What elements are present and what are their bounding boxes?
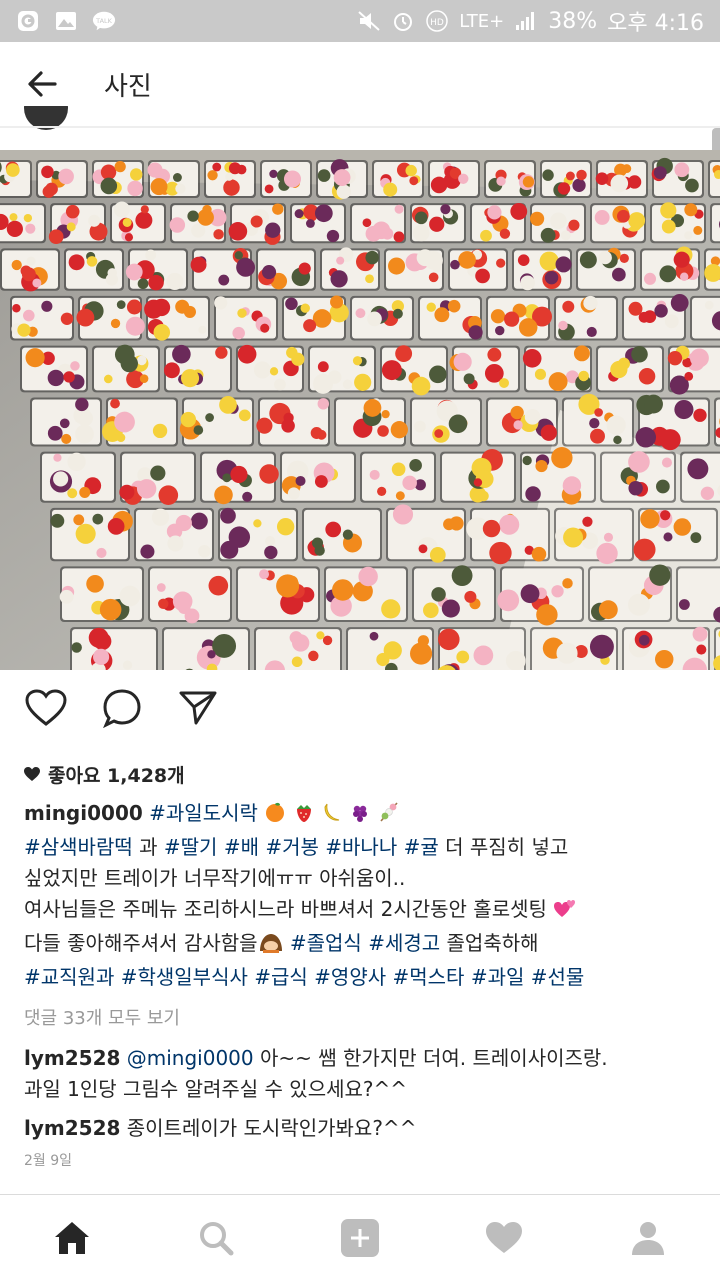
heart-outline-icon — [25, 689, 67, 726]
comment-text: 아~~ 쌤 한가지만 더여. 트레이사이즈랑. — [253, 1046, 608, 1070]
comment-username[interactable]: lym2528 — [24, 1046, 120, 1070]
status-bar: TALK HD LTE+ 38% 오후 4:16 — [0, 0, 720, 42]
talk-label: TALK — [95, 17, 112, 25]
hashtag[interactable]: #졸업식 — [290, 931, 362, 955]
comment-text: 과일 1인당 그림수 알려주실 수 있으세요?^^ — [24, 1077, 408, 1101]
battery-percent: 38% — [548, 8, 598, 34]
strawberry-emoji-icon — [293, 801, 315, 832]
caption-text: 과 — [132, 835, 164, 859]
comment-button[interactable] — [100, 686, 144, 730]
bowing-person-emoji-icon — [258, 931, 284, 962]
post-date: 2월 9일 — [24, 1153, 73, 1169]
caption-line-5: 다들 좋아해주셔서 감사함을 #졸업식 #세경고 졸업축하해 — [24, 928, 696, 962]
bottom-navigation — [0, 1194, 720, 1280]
view-all-comments-link[interactable]: 댓글 33개 모두 보기 — [24, 1003, 696, 1035]
hashtag[interactable]: #삼색바람떡 — [24, 835, 133, 859]
likes-text: 좋아요 1,428개 — [48, 764, 185, 787]
signal-icon — [514, 9, 538, 33]
caption-line-1: mingi0000 #과일도시락 — [24, 798, 696, 832]
hashtag[interactable]: #거봉 — [265, 835, 319, 859]
hashtag[interactable]: #귤 — [404, 835, 439, 859]
status-right: HD LTE+ 38% 오후 4:16 — [357, 5, 704, 37]
hd-label: HD — [430, 18, 444, 28]
alarm-icon — [391, 9, 415, 33]
app-icon — [16, 9, 40, 33]
banana-emoji-icon — [321, 801, 343, 832]
send-icon — [179, 691, 217, 725]
caption: mingi0000 #과일도시락 #삼색바람떡 과 #딸기 #배 #거봉 #바나… — [24, 798, 696, 993]
app-bar-divider — [0, 126, 720, 128]
post-photo[interactable] — [0, 150, 720, 670]
two-hearts-emoji-icon — [553, 897, 577, 928]
hashtag[interactable]: #선물 — [531, 965, 585, 989]
home-icon — [55, 1221, 89, 1254]
app-bar: 사진 — [0, 42, 720, 126]
comment-text: 종이트레이가 도시락인가봐요?^^ — [120, 1116, 417, 1140]
nav-home-button[interactable] — [36, 1202, 108, 1274]
hashtag[interactable]: #영양사 — [314, 965, 386, 989]
tangerine-emoji-icon — [264, 801, 286, 832]
caption-line-3: 싶었지만 트레이가 너무작기에ㅠㅠ 아쉬움이.. — [24, 866, 406, 890]
caption-text: 더 푸짐히 넣고 — [438, 835, 569, 859]
hashtag[interactable]: #급식 — [254, 965, 308, 989]
hashtag[interactable]: #세경고 — [368, 931, 440, 955]
nav-activity-button[interactable] — [468, 1202, 540, 1274]
comment-item: lym2528 @mingi0000 아~~ 쌤 한가지만 더여. 트레이사이즈… — [24, 1043, 696, 1105]
caption-username[interactable]: mingi0000 — [24, 801, 143, 825]
likes-count[interactable]: 좋아요 1,428개 — [24, 758, 696, 790]
talk-icon: TALK — [92, 9, 116, 33]
hashtag[interactable]: #배 — [224, 835, 259, 859]
like-button[interactable] — [24, 686, 68, 730]
comment-username[interactable]: lym2528 — [24, 1116, 120, 1140]
back-arrow-icon — [28, 71, 57, 97]
hashtag[interactable]: #먹스타 — [393, 965, 465, 989]
page-title: 사진 — [104, 71, 152, 102]
heart-filled-icon — [24, 766, 40, 781]
caption-line-6: #교직원과 #학생일부식사 #급식 #영양사 #먹스타 #과일 #선물 — [24, 962, 696, 993]
post-actions — [0, 680, 720, 736]
fruit-trays-image — [0, 150, 720, 670]
caption-line-2: #삼색바람떡 과 #딸기 #배 #거봉 #바나나 #귤 더 푸짐히 넣고 — [24, 832, 696, 863]
caption-line-4: 여사님들은 주메뉴 조리하시느라 바쁘셔서 2시간동안 홀로셋팅 — [24, 894, 696, 928]
hashtag[interactable]: #학생일부식사 — [121, 965, 248, 989]
hd-icon: HD — [425, 9, 449, 33]
hashtag[interactable]: #바나나 — [325, 835, 397, 859]
caption-text: 졸업축하해 — [440, 931, 539, 955]
dango-emoji-icon — [378, 801, 400, 832]
add-icon — [341, 1218, 379, 1257]
nav-profile-button[interactable] — [612, 1202, 684, 1274]
activity-heart-icon — [486, 1221, 522, 1253]
nav-search-button[interactable] — [180, 1202, 252, 1274]
nav-add-button[interactable] — [324, 1202, 396, 1274]
post-content: 좋아요 1,428개 mingi0000 #과일도시락 #삼색바람떡 과 #딸기… — [24, 758, 696, 1170]
profile-icon — [632, 1221, 664, 1255]
caption-text: 다들 좋아해주셔서 감사함을 — [24, 931, 258, 955]
search-icon — [200, 1221, 234, 1255]
share-button[interactable] — [176, 686, 220, 730]
network-label: LTE+ — [459, 10, 505, 32]
comment-bubble-icon — [103, 689, 141, 728]
status-left-icons: TALK — [16, 9, 116, 33]
hashtag[interactable]: #과일도시락 — [149, 801, 258, 825]
comment-mention[interactable]: @mingi0000 — [127, 1046, 254, 1070]
mute-icon — [357, 9, 381, 33]
hashtag[interactable]: #딸기 — [164, 835, 218, 859]
comment-item: lym2528 종이트레이가 도시락인가봐요?^^ — [24, 1113, 696, 1144]
caption-text: 여사님들은 주메뉴 조리하시느라 바쁘셔서 2시간동안 홀로셋팅 — [24, 897, 547, 921]
hashtag[interactable]: #교직원과 — [24, 965, 114, 989]
clock: 오후 4:16 — [607, 11, 704, 36]
gallery-icon — [54, 9, 78, 33]
hashtag[interactable]: #과일 — [471, 965, 525, 989]
grapes-emoji-icon — [349, 801, 371, 832]
